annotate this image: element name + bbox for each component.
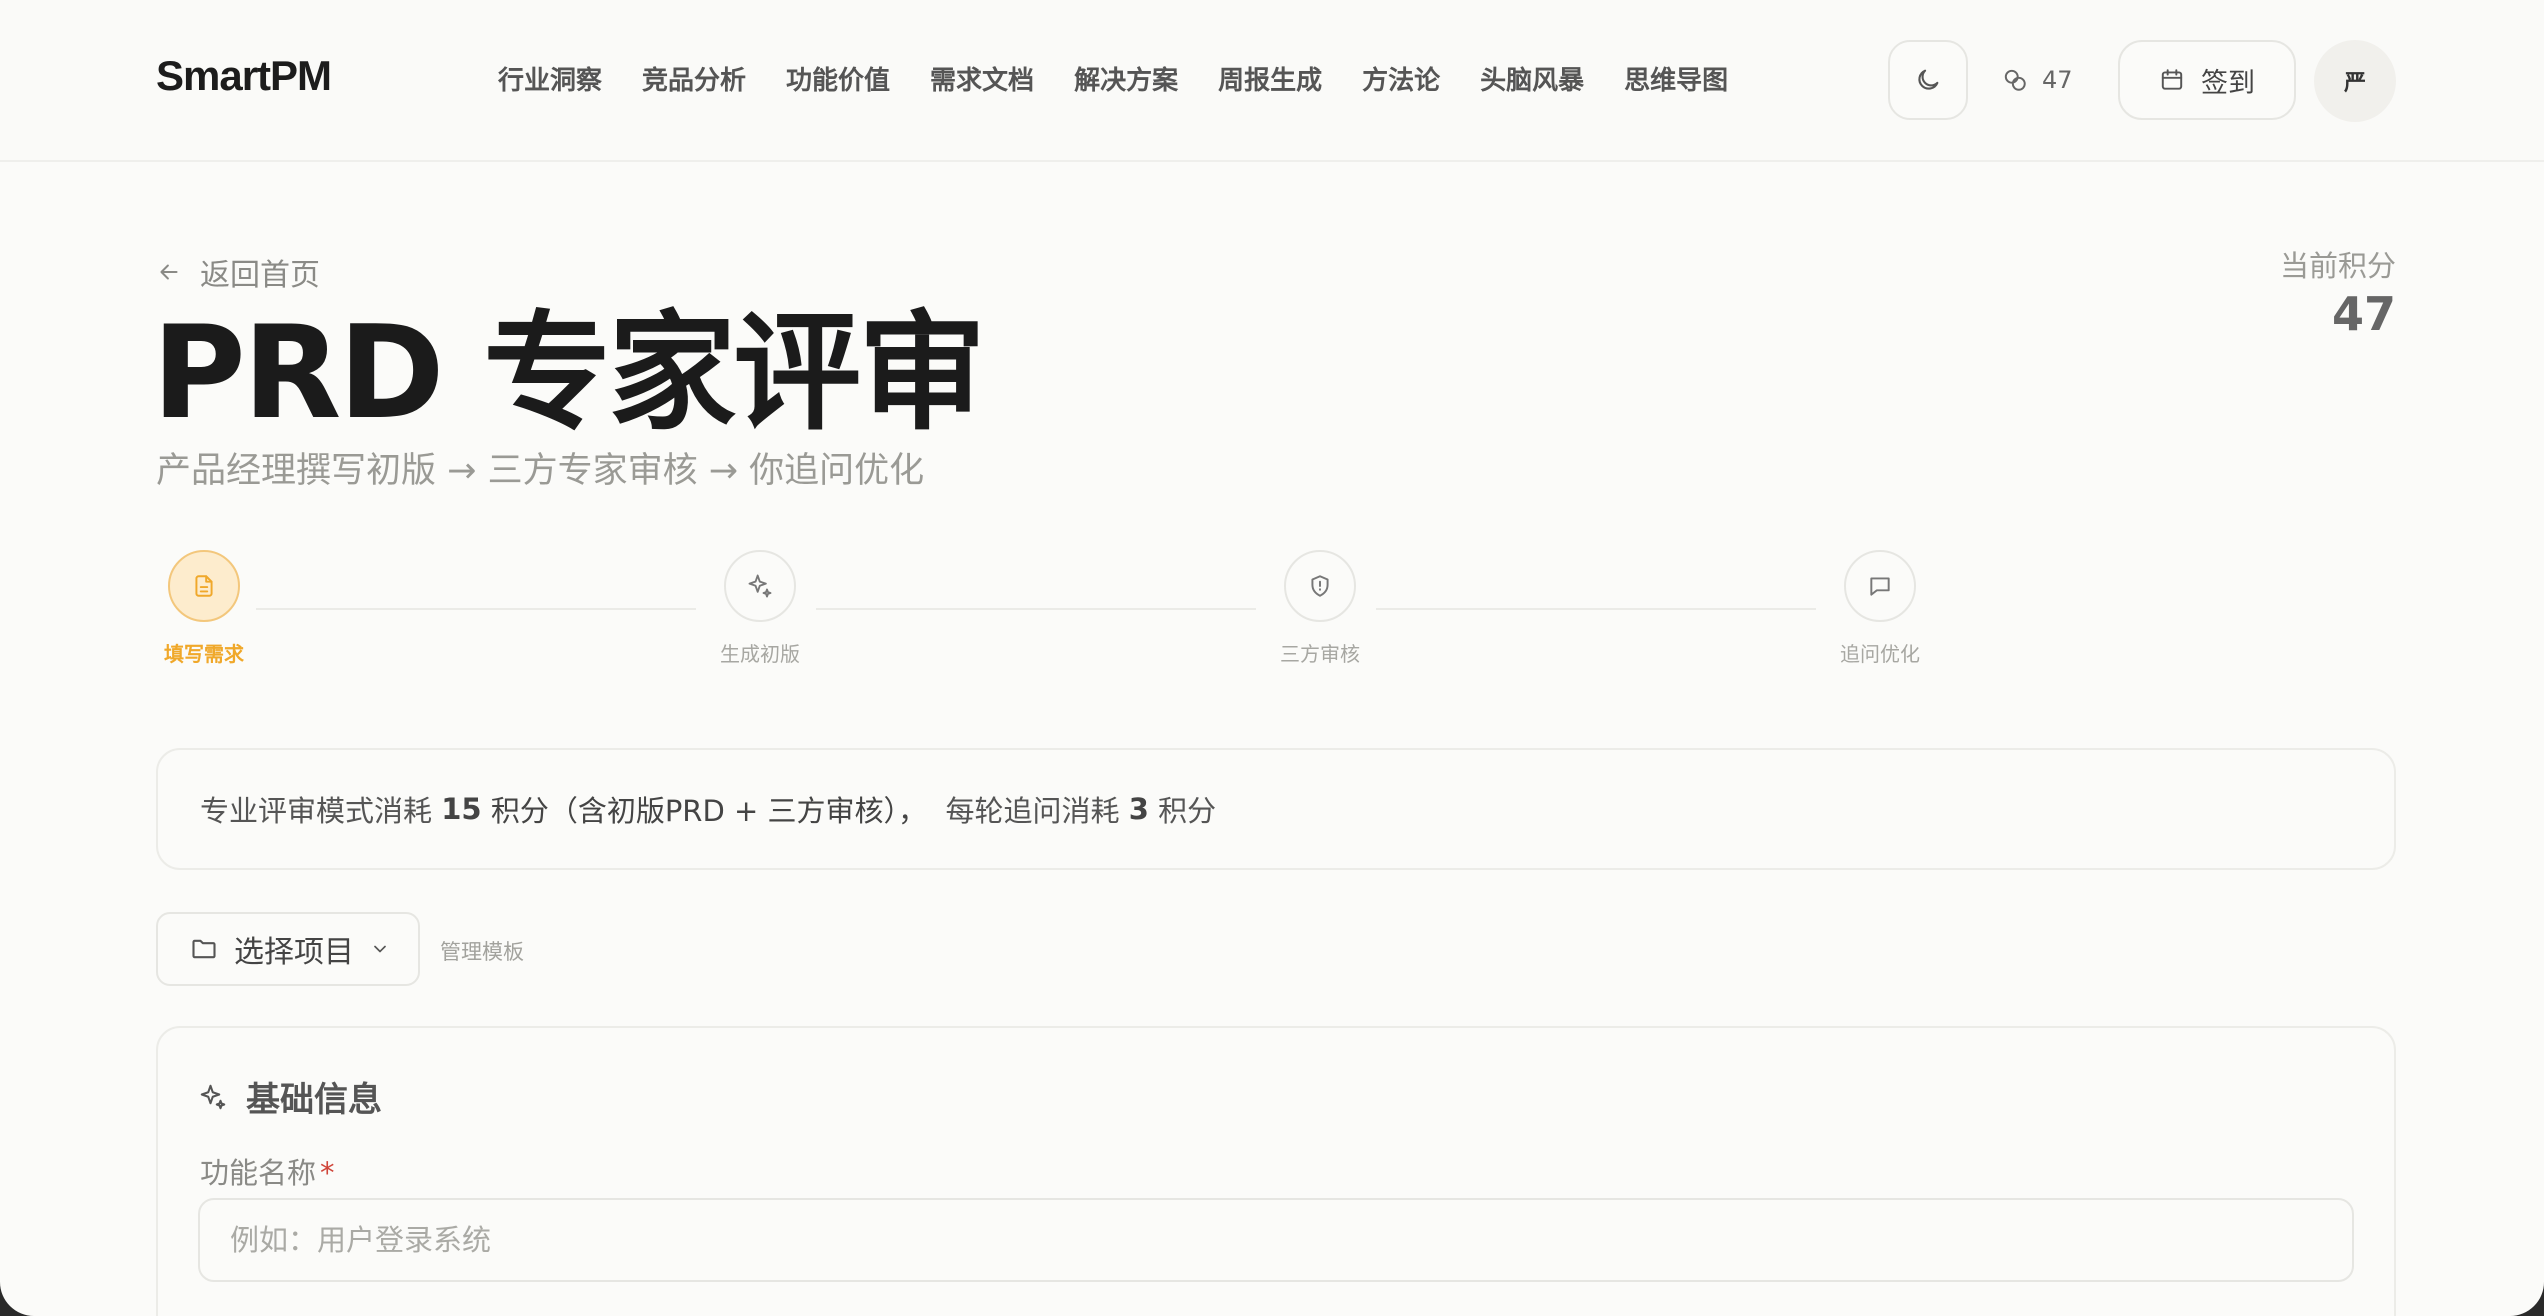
step-circle: [168, 550, 240, 622]
feature-name-label-text: 功能名称: [200, 1156, 317, 1190]
step-circle: [724, 550, 796, 622]
banner-unit: 积分: [1158, 794, 1217, 828]
signin-button[interactable]: 签到: [2118, 40, 2296, 120]
nav-item-requirements[interactable]: 需求文档: [930, 60, 1034, 97]
required-mark: *: [320, 1156, 335, 1190]
step-label: 生成初版: [720, 642, 800, 666]
document-icon: [195, 575, 213, 597]
user-avatar[interactable]: 严: [2314, 40, 2396, 122]
step-generate-draft: 生成初版: [710, 550, 810, 667]
chevron-down-icon: [374, 945, 386, 953]
nav-item-competitor[interactable]: 竞品分析: [642, 60, 746, 97]
theme-toggle-button[interactable]: [1888, 40, 1968, 120]
page-subtitle: 产品经理撰写初版 → 三方专家审核 → 你追问优化: [156, 451, 925, 491]
progress-steps: 填写需求 生成初版 三方审核 追问优化: [154, 550, 1920, 670]
banner-text: 每轮追问消耗: [945, 794, 1120, 828]
step-label: 填写需求: [164, 642, 244, 666]
brand-logo[interactable]: SmartPM: [156, 52, 332, 100]
back-home-label: 返回首页: [200, 258, 320, 293]
app-window: SmartPM 行业洞察 竞品分析 功能价值 需求文档 解决方案 周报生成 方法…: [0, 0, 2544, 1316]
step-circle: [1284, 550, 1356, 622]
feature-name-label: 功能名称 *: [200, 1150, 335, 1192]
chat-icon: [1870, 577, 1890, 596]
banner-cost-review: 15: [441, 792, 482, 826]
step-three-party-review: 三方审核: [1270, 550, 1370, 667]
calendar-icon: [2161, 69, 2183, 90]
shield-icon: [1311, 575, 1329, 597]
step-connector: [256, 608, 696, 610]
step-connector: [816, 608, 1256, 610]
step-fill-requirements: 填写需求: [154, 550, 254, 667]
back-home-link[interactable]: 返回首页: [156, 250, 320, 294]
nav-item-industry[interactable]: 行业洞察: [498, 60, 602, 97]
main-nav: 行业洞察 竞品分析 功能价值 需求文档 解决方案 周报生成 方法论 头脑风暴 思…: [498, 60, 1728, 97]
score-value: 47: [2331, 287, 2396, 341]
banner-cost-followup: 3: [1128, 792, 1149, 826]
signin-label: 签到: [2201, 67, 2255, 99]
moon-icon: [1918, 69, 1939, 90]
nav-item-mindmap[interactable]: 思维导图: [1624, 60, 1728, 97]
step-label: 追问优化: [1840, 642, 1920, 666]
score-label: 当前积分: [2279, 249, 2396, 283]
step-connector: [1376, 608, 1816, 610]
banner-unit: 积分（含初版PRD + 三方审核），: [490, 794, 928, 828]
nav-item-brainstorm[interactable]: 头脑风暴: [1480, 60, 1584, 97]
step-circle: [1844, 550, 1916, 622]
nav-item-weekly-report[interactable]: 周报生成: [1218, 60, 1322, 97]
folder-icon: [192, 939, 216, 959]
arrow-left-icon: [160, 264, 178, 280]
coins-icon: [2004, 69, 2026, 91]
section-title: 基础信息: [198, 1072, 382, 1121]
cost-info-banner: 专业评审模式消耗 15 积分（含初版PRD + 三方审核）， 每轮追问消耗 3 …: [156, 748, 2396, 870]
nav-item-methodology[interactable]: 方法论: [1362, 60, 1440, 97]
sparkle-icon: [200, 1084, 226, 1109]
section-title-text: 基础信息: [246, 1080, 382, 1120]
points-indicator[interactable]: 47: [2002, 40, 2092, 120]
step-label: 三方审核: [1280, 642, 1360, 666]
page-title: PRD 专家评审: [152, 299, 986, 448]
nav-item-feature-value[interactable]: 功能价值: [786, 60, 890, 97]
banner-text: 专业评审模式消耗: [200, 794, 433, 828]
basic-info-card: 基础信息 功能名称 *: [156, 1026, 2396, 1316]
nav-item-solution[interactable]: 解决方案: [1074, 60, 1178, 97]
project-select-label: 选择项目: [234, 935, 354, 970]
points-value: 47: [2042, 66, 2073, 94]
sparkle-icon: [748, 574, 772, 598]
project-select-dropdown[interactable]: 选择项目: [156, 912, 420, 986]
feature-name-input[interactable]: [198, 1198, 2354, 1282]
top-header: SmartPM 行业洞察 竞品分析 功能价值 需求文档 解决方案 周报生成 方法…: [0, 0, 2544, 162]
step-followup: 追问优化: [1830, 550, 1930, 667]
manage-templates-link[interactable]: 管理模板: [440, 936, 524, 966]
